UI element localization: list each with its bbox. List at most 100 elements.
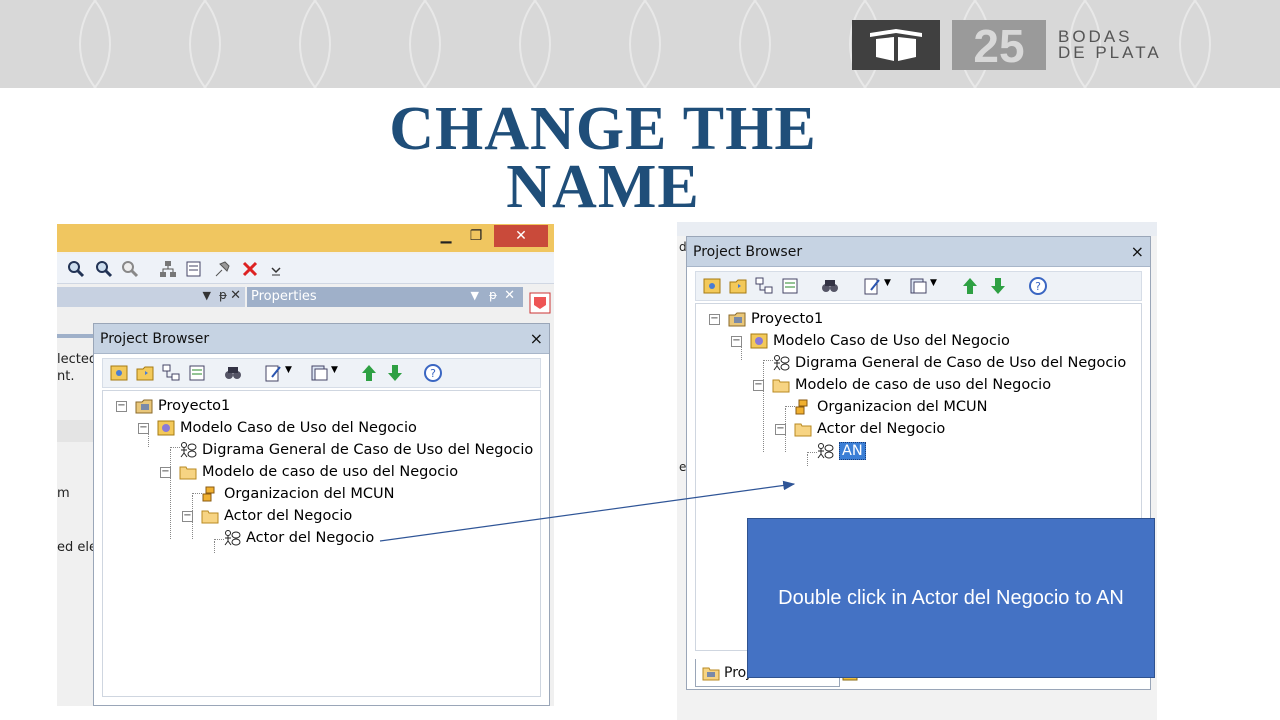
diagram-icon xyxy=(773,355,790,371)
dock-pin-icon[interactable]: ᵽ xyxy=(219,288,227,302)
tree-node-actor[interactable]: Actor del Negocio xyxy=(223,527,374,549)
tree-node-model[interactable]: Modelo Caso de Uso del Negocio xyxy=(157,417,417,439)
tree-node-folder[interactable]: Modelo de caso de uso del Negocio xyxy=(772,374,1051,396)
hierarchy-icon[interactable] xyxy=(159,260,177,278)
background-toolbar-strip xyxy=(677,222,1157,236)
left-dock-strip xyxy=(57,334,97,338)
edit-dropdown-icon[interactable]: ▼ xyxy=(285,365,292,375)
find-icon[interactable] xyxy=(820,276,840,296)
tree-node-label: Proyecto1 xyxy=(158,398,231,414)
edit-icon[interactable] xyxy=(263,363,283,383)
pin-icon[interactable] xyxy=(213,260,231,278)
logo-text: BODAS DE PLATA xyxy=(1058,28,1162,62)
folder-icon xyxy=(201,510,219,524)
dock-close-icon[interactable]: ✕ xyxy=(230,288,241,303)
folder-icon xyxy=(179,466,197,480)
tree-node-project[interactable]: Proyecto1 xyxy=(728,308,823,330)
tree-node-label: Modelo de caso de uso del Negocio xyxy=(795,377,1052,393)
tree-node-folder[interactable]: Actor del Negocio xyxy=(794,418,945,440)
properties-icon[interactable] xyxy=(185,260,203,278)
properties-pin-icon[interactable]: ᵽ xyxy=(489,288,497,302)
university-logo: 25 BODAS DE PLATA xyxy=(852,20,1162,70)
new-model-icon[interactable] xyxy=(109,363,129,383)
edit-icon[interactable] xyxy=(862,276,882,296)
new-diagram-icon[interactable] xyxy=(754,276,774,296)
project-browser-close-button[interactable]: × xyxy=(530,329,543,348)
document-dropdown-icon[interactable]: ▼ xyxy=(930,278,937,288)
tree-node-label: Organizacion del MCUN xyxy=(817,399,988,415)
model-icon xyxy=(750,333,768,349)
zoom-in-icon[interactable] xyxy=(67,260,85,278)
new-package-icon[interactable] xyxy=(135,363,155,383)
diagram-toolbox-icon[interactable] xyxy=(529,292,551,314)
properties-dock-header: Properties ▼ ᵽ ✕ xyxy=(247,287,523,307)
tree-node-diagram[interactable]: Digrama General de Caso de Uso del Negoc… xyxy=(179,439,533,461)
project-browser-header: Project Browser × xyxy=(94,324,549,354)
logo-text-line2: DE PLATA xyxy=(1058,43,1162,62)
new-package-icon[interactable] xyxy=(728,276,748,296)
svg-text:?: ? xyxy=(430,367,436,380)
tree-node-diagram[interactable]: Digrama General de Caso de Uso del Negoc… xyxy=(772,352,1126,374)
package-icon xyxy=(795,399,808,415)
tree-node-label: Organizacion del MCUN xyxy=(224,486,395,502)
minimize-button[interactable]: ▁ xyxy=(433,224,459,248)
actor-icon xyxy=(224,530,241,546)
help-icon[interactable]: ? xyxy=(423,363,443,383)
find-icon[interactable] xyxy=(223,363,243,383)
move-up-icon[interactable] xyxy=(359,363,379,383)
tree-node-model[interactable]: Modelo Caso de Uso del Negocio xyxy=(750,330,1010,352)
zoom-out-icon[interactable] xyxy=(95,260,113,278)
folder-icon xyxy=(794,423,812,437)
tree-connector xyxy=(170,449,171,539)
properties-close-icon[interactable]: ✕ xyxy=(504,288,515,303)
tree-node-project[interactable]: Proyecto1 xyxy=(135,395,230,417)
left-dock-header: ▼ ᵽ ✕ xyxy=(57,287,245,307)
side-text-4: ed ele xyxy=(57,540,97,555)
new-element-icon[interactable] xyxy=(780,276,800,296)
move-down-icon[interactable] xyxy=(988,276,1008,296)
project-tree: − Proyecto1 − Modelo Caso de Uso del Neg… xyxy=(102,390,541,697)
expand-toggle[interactable]: − xyxy=(116,401,127,412)
tree-node-actor-renaming[interactable]: AN xyxy=(816,440,866,462)
new-element-icon[interactable] xyxy=(187,363,207,383)
window-titlebar: ▁ ❐ ✕ xyxy=(57,224,554,252)
tree-node-folder[interactable]: Modelo de caso de uso del Negocio xyxy=(179,461,458,483)
expand-toggle[interactable]: − xyxy=(709,314,720,325)
expand-toggle[interactable]: − xyxy=(775,424,786,435)
delete-icon[interactable] xyxy=(241,260,259,278)
tree-node-label: Modelo Caso de Uso del Negocio xyxy=(180,420,417,436)
expand-toggle[interactable]: − xyxy=(138,423,149,434)
document-dropdown-icon[interactable]: ▼ xyxy=(331,365,338,375)
tree-node-package[interactable]: Organizacion del MCUN xyxy=(201,483,394,505)
rename-input[interactable]: AN xyxy=(839,442,866,460)
expand-toggle[interactable]: − xyxy=(731,336,742,347)
expand-toggle[interactable]: − xyxy=(160,467,171,478)
document-icon[interactable] xyxy=(908,276,928,296)
tree-node-label: Modelo Caso de Uso del Negocio xyxy=(773,333,1010,349)
restore-button[interactable]: ❐ xyxy=(463,224,489,248)
help-icon[interactable]: ? xyxy=(1028,276,1048,296)
properties-tab-label[interactable]: Properties xyxy=(251,289,317,304)
window-close-button[interactable]: ✕ xyxy=(494,225,548,247)
side-text-3: m xyxy=(57,486,70,501)
expand-toggle[interactable]: − xyxy=(753,380,764,391)
move-down-icon[interactable] xyxy=(385,363,405,383)
folder-icon xyxy=(772,379,790,393)
expand-toggle[interactable]: − xyxy=(182,511,193,522)
toolbar-overflow-icon[interactable] xyxy=(267,260,285,278)
project-browser-close-button[interactable]: × xyxy=(1131,242,1144,261)
document-icon[interactable] xyxy=(309,363,329,383)
side-text-1: lected xyxy=(57,352,98,367)
tree-node-folder[interactable]: Actor del Negocio xyxy=(201,505,352,527)
new-diagram-icon[interactable] xyxy=(161,363,181,383)
dock-dropdown-icon[interactable]: ▼ xyxy=(203,289,211,302)
tree-node-label: Modelo de caso de uso del Negocio xyxy=(202,464,459,480)
header-banner: 25 BODAS DE PLATA xyxy=(0,0,1280,88)
tree-node-package[interactable]: Organizacion del MCUN xyxy=(794,396,987,418)
project-icon xyxy=(135,399,153,414)
properties-dropdown-icon[interactable]: ▼ xyxy=(471,289,479,302)
move-up-icon[interactable] xyxy=(960,276,980,296)
new-model-icon[interactable] xyxy=(702,276,722,296)
edit-dropdown-icon[interactable]: ▼ xyxy=(884,278,891,288)
zoom-reset-icon[interactable] xyxy=(121,260,139,278)
